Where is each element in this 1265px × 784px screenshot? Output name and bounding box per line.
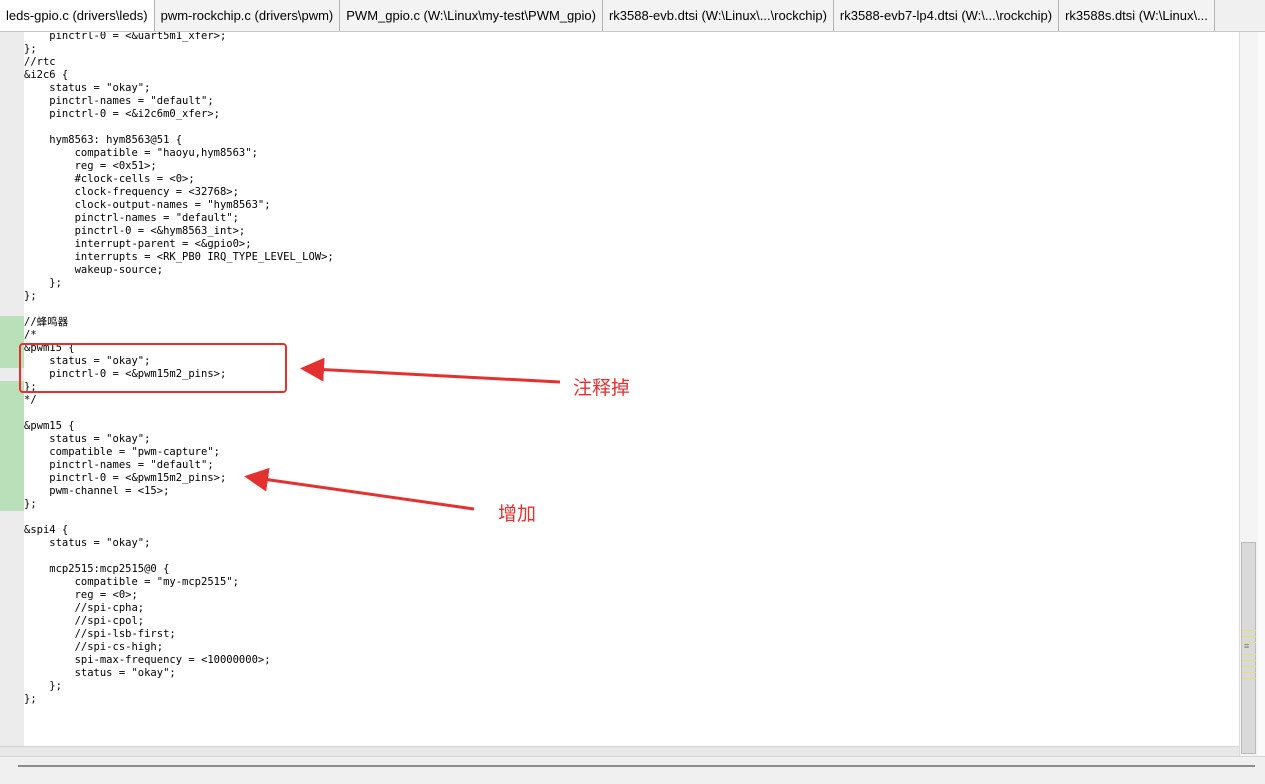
- annotation-layer: [19, 343, 561, 511]
- highlight-box: [19, 343, 287, 393]
- arrow-added: [244, 467, 475, 511]
- annotation-added: 增加: [498, 503, 537, 525]
- annotation-comment-out: 注释掉: [573, 377, 631, 399]
- arrow-comment-out: [300, 357, 561, 384]
